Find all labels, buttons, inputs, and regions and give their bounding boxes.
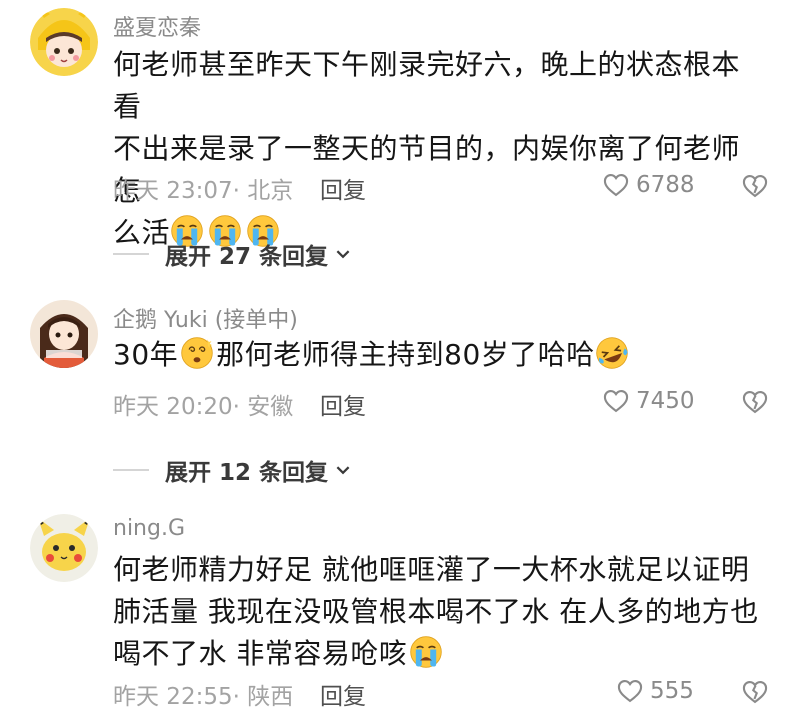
like-button[interactable]: 555 <box>616 677 694 705</box>
comment-line: 何老师甚至昨天下午刚录完好六，晚上的状态根本看 <box>113 48 741 123</box>
username[interactable]: 企鹅 Yuki (接单中) <box>113 302 298 334</box>
like-count: 7450 <box>636 388 695 414</box>
avatar[interactable] <box>30 514 98 582</box>
expand-replies-label: 展开 12 条回复 <box>165 460 329 486</box>
comment-text: 何老师甚至昨天下午刚录完好六，晚上的状态根本看 不出来是录了一整天的节目的，内娱… <box>113 44 768 260</box>
heart-icon <box>616 677 644 705</box>
username[interactable]: ning.G <box>113 516 185 541</box>
laughing-tears-icon <box>595 336 629 382</box>
like-button[interactable]: 6788 <box>602 171 695 199</box>
divider <box>113 469 149 471</box>
dislike-button[interactable] <box>741 388 769 420</box>
dizzy-face-icon <box>180 336 214 382</box>
avatar[interactable] <box>30 300 98 368</box>
broken-heart-icon <box>741 388 769 416</box>
like-count: 555 <box>650 678 694 704</box>
expand-replies-button[interactable]: 展开 27 条回复 <box>113 237 352 271</box>
reply-button[interactable]: 回复 <box>320 171 366 205</box>
chevron-down-icon <box>334 461 352 479</box>
comment-line: 喝不了水 非常容易呛咳 <box>113 633 768 681</box>
comment-time-location: 昨天 22:55· 陕西 <box>113 684 294 710</box>
dislike-button[interactable] <box>741 172 769 204</box>
username[interactable]: 盛夏恋秦 <box>113 10 201 42</box>
heart-icon <box>602 171 630 199</box>
comment-line: 何老师精力好足 就他哐哐灌了一大杯水就足以证明 <box>113 553 750 586</box>
heart-icon <box>602 387 630 415</box>
comment-line: 肺活量 我现在没吸管根本喝不了水 在人多的地方也 <box>113 595 759 628</box>
divider <box>113 253 149 255</box>
broken-heart-icon <box>741 172 769 200</box>
comment-text: 何老师精力好足 就他哐哐灌了一大杯水就足以证明 肺活量 我现在没吸管根本喝不了水… <box>113 549 768 681</box>
crying-face-icon <box>409 635 443 681</box>
reply-button[interactable]: 回复 <box>320 387 366 421</box>
comment-time-location: 昨天 20:20· 安徽 <box>113 394 294 420</box>
like-count: 6788 <box>636 172 695 198</box>
avatar[interactable] <box>30 8 98 76</box>
expand-replies-button[interactable]: 展开 12 条回复 <box>113 453 352 487</box>
broken-heart-icon <box>741 678 769 706</box>
like-button[interactable]: 7450 <box>602 387 695 415</box>
comment-time-location: 昨天 23:07· 北京 <box>113 178 294 204</box>
dislike-button[interactable] <box>741 678 769 710</box>
reply-button[interactable]: 回复 <box>320 677 366 711</box>
comment-text: 30年 那何老师得主持到80岁了哈哈 <box>113 334 768 382</box>
chevron-down-icon <box>334 245 352 263</box>
expand-replies-label: 展开 27 条回复 <box>165 244 329 270</box>
